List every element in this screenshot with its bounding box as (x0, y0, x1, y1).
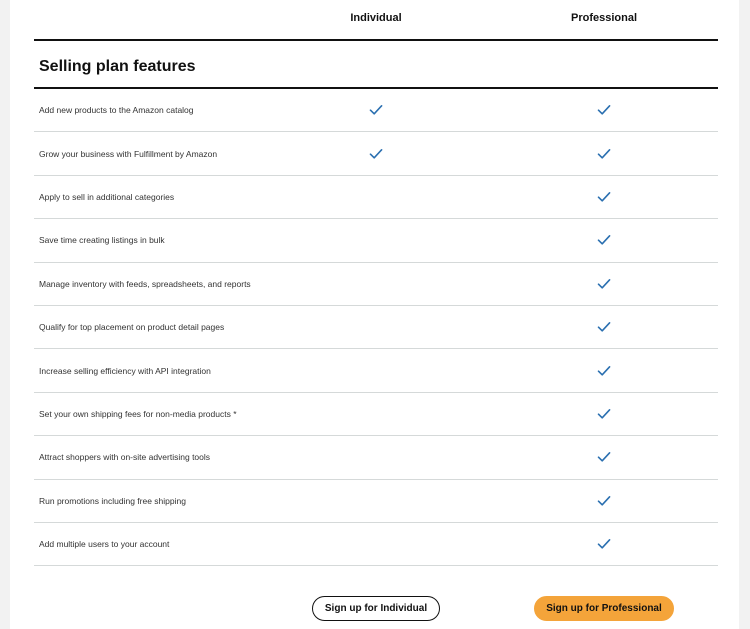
feature-label: Set your own shipping fees for non-media… (39, 408, 237, 419)
feature-label: Attract shoppers with on-site advertisin… (39, 452, 211, 463)
column-header-professional: Professional (570, 12, 638, 24)
professional-checkmark-icon (597, 321, 611, 333)
professional-checkmark-icon (597, 451, 611, 463)
feature-row: Run promotions including free shipping (34, 480, 718, 523)
feature-label: Run promotions including free shipping (39, 495, 186, 506)
feature-row: Save time creating listings in bulk (34, 219, 718, 263)
professional-checkmark-icon (597, 495, 611, 507)
professional-checkmark-icon (597, 104, 611, 116)
feature-row: Add new products to the Amazon catalog (34, 89, 718, 133)
column-header-individual: Individual (350, 12, 402, 24)
feature-row: Grow your business with Fulfillment by A… (34, 132, 718, 176)
feature-row: Apply to sell in additional categories (34, 176, 718, 220)
individual-checkmark-icon (369, 104, 383, 116)
feature-label: Grow your business with Fulfillment by A… (39, 148, 218, 159)
feature-row: Add multiple users to your account (34, 523, 718, 567)
feature-label: Add new products to the Amazon catalog (39, 105, 194, 116)
feature-label: Add multiple users to your account (39, 539, 170, 550)
professional-checkmark-icon (597, 148, 611, 160)
sign-up-individual-button[interactable]: Sign up for Individual (312, 596, 440, 621)
section-title: Selling plan features (39, 58, 196, 75)
selling-plan-comparison: Individual Professional Selling plan fea… (10, 0, 739, 629)
individual-checkmark-icon (369, 148, 383, 160)
professional-checkmark-icon (597, 191, 611, 203)
feature-row: Set your own shipping fees for non-media… (34, 393, 718, 437)
feature-row: Attract shoppers with on-site advertisin… (34, 436, 718, 480)
feature-label: Save time creating listings in bulk (39, 235, 165, 246)
feature-list: Add new products to the Amazon catalog Gr… (34, 89, 718, 567)
professional-checkmark-icon (597, 538, 611, 550)
sign-up-professional-button[interactable]: Sign up for Professional (534, 596, 674, 621)
feature-row: Increase selling efficiency with API int… (34, 349, 718, 393)
feature-label: Qualify for top placement on product det… (39, 322, 225, 333)
feature-row: Manage inventory with feeds, spreadsheet… (34, 263, 718, 306)
feature-label: Manage inventory with feeds, spreadsheet… (39, 278, 251, 289)
feature-label: Apply to sell in additional categories (39, 191, 175, 202)
feature-label: Increase selling efficiency with API int… (39, 365, 211, 376)
professional-checkmark-icon (597, 365, 611, 377)
professional-checkmark-icon (597, 234, 611, 246)
professional-checkmark-icon (597, 408, 611, 420)
header-divider (34, 39, 718, 41)
professional-checkmark-icon (597, 278, 611, 290)
feature-row: Qualify for top placement on product det… (34, 306, 718, 350)
